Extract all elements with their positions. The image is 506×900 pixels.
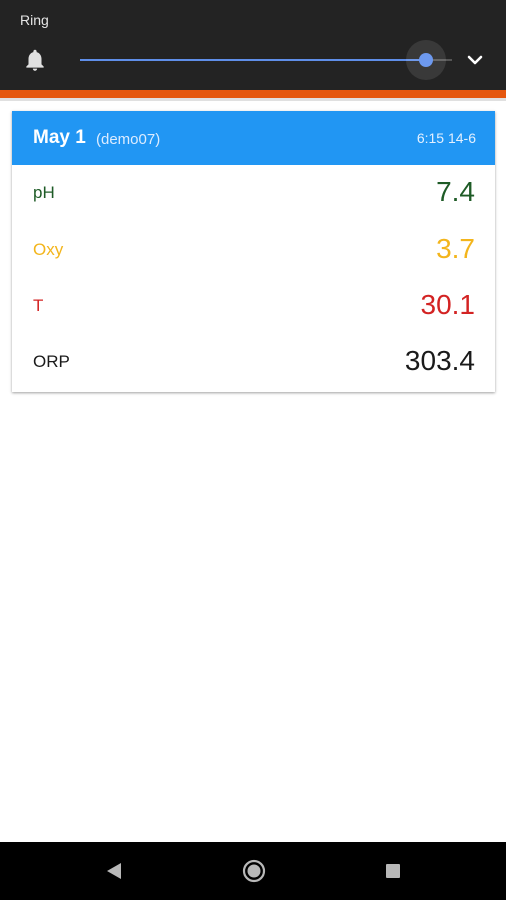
reading-value: 30.1 xyxy=(420,289,476,320)
reading-row-oxy: Oxy 3.7 xyxy=(12,222,495,278)
accent-bar xyxy=(0,90,506,101)
ring-volume-slider[interactable] xyxy=(80,40,452,80)
reading-row-t: T 30.1 xyxy=(12,278,495,334)
bell-icon[interactable] xyxy=(22,47,48,73)
card-subtitle: (demo07) xyxy=(96,131,161,148)
reading-row-orp: ORP 303.4 xyxy=(12,334,495,390)
reading-label: pH xyxy=(33,183,55,202)
reading-row-ph: pH 7.4 xyxy=(12,165,495,221)
ring-volume-panel: Ring xyxy=(0,0,506,90)
reading-value: 3.7 xyxy=(436,233,475,264)
card-timestamp: 6:15 14-6 xyxy=(416,130,476,146)
card-title: May 1 xyxy=(33,127,86,148)
back-icon[interactable] xyxy=(106,862,122,880)
ring-label: Ring xyxy=(20,12,49,28)
reading-label: Oxy xyxy=(33,240,64,259)
slider-track-filled xyxy=(80,59,426,61)
slider-thumb[interactable] xyxy=(419,53,433,67)
reading-value: 7.4 xyxy=(436,176,475,207)
reading-label: T xyxy=(33,296,44,315)
measurement-card[interactable]: May 1 (demo07) 6:15 14-6 pH 7.4 Oxy 3.7 … xyxy=(12,111,495,392)
chevron-down-icon[interactable] xyxy=(463,50,487,70)
card-header: May 1 (demo07) 6:15 14-6 xyxy=(12,111,495,165)
reading-label: ORP xyxy=(33,352,70,371)
system-nav-bar xyxy=(0,842,506,900)
screen: Ring May 1 (demo07) 6:15 14-6 pH 7.4 Oxy… xyxy=(0,0,506,900)
reading-value: 303.4 xyxy=(404,345,475,376)
home-icon[interactable] xyxy=(242,859,266,883)
recents-icon[interactable] xyxy=(386,864,400,878)
